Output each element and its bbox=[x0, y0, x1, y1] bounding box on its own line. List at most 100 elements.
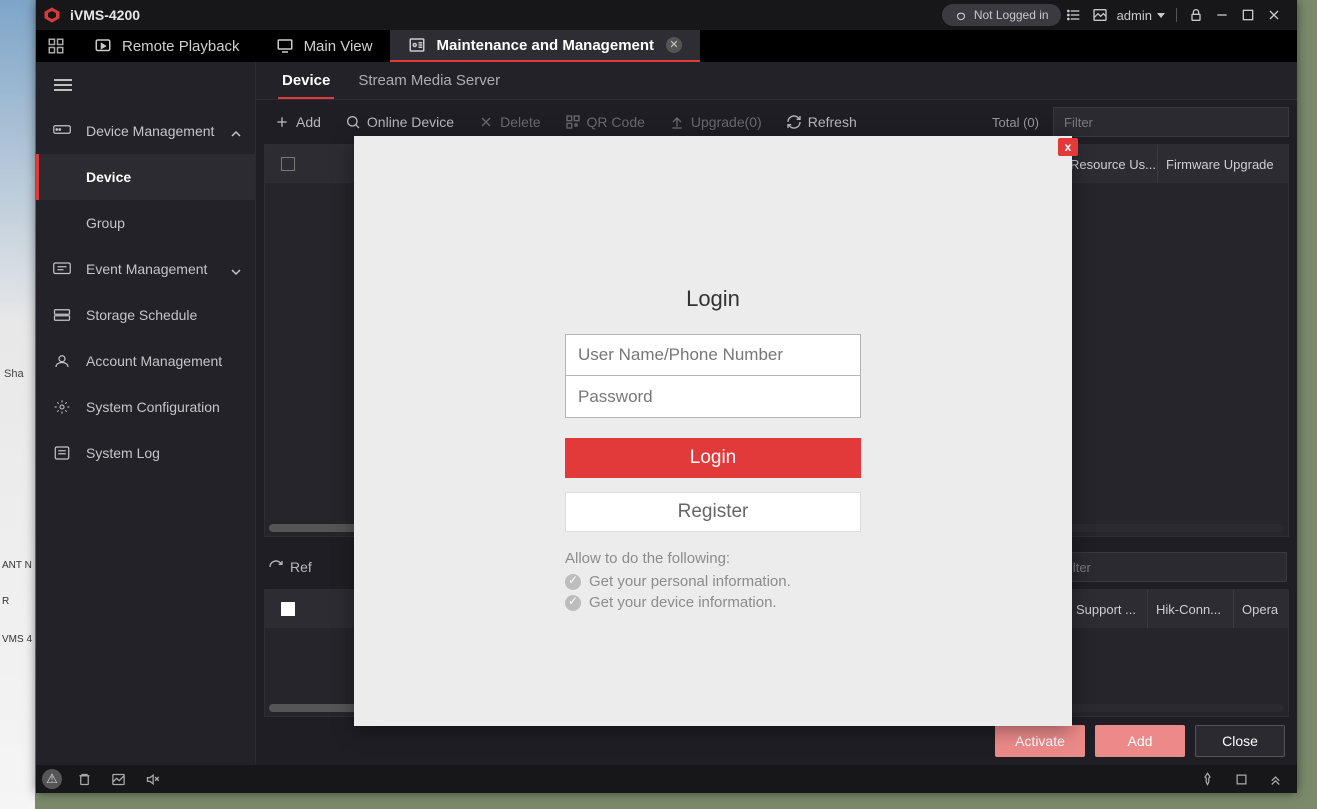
sidebar-sysconfig-label: System Configuration bbox=[86, 399, 220, 415]
log-icon bbox=[52, 444, 72, 462]
add-label: Add bbox=[296, 114, 321, 130]
password-input[interactable] bbox=[565, 376, 861, 418]
username-input[interactable] bbox=[565, 334, 861, 376]
login-status-pill[interactable]: Not Logged in bbox=[942, 4, 1061, 26]
sidebar-item-system-config[interactable]: System Configuration bbox=[36, 384, 255, 430]
sidebar-group-event-mgmt[interactable]: Event Management bbox=[36, 246, 255, 292]
settings-panel-icon bbox=[408, 36, 426, 54]
login-modal: x Login Login Register Allow to do the f… bbox=[354, 136, 1072, 726]
permission-info: Allow to do the following: Get your pers… bbox=[565, 550, 861, 611]
tab-remote-playback[interactable]: Remote Playback bbox=[76, 30, 258, 62]
permission-title: Allow to do the following: bbox=[565, 550, 861, 567]
permission-personal: Get your personal information. bbox=[589, 573, 791, 590]
account-icon bbox=[52, 352, 72, 370]
tab-grid-icon[interactable] bbox=[36, 30, 76, 62]
online-filter-input[interactable] bbox=[1051, 552, 1287, 582]
chevron-down-icon bbox=[231, 264, 241, 274]
register-button[interactable]: Register bbox=[565, 492, 861, 532]
online-close-button[interactable]: Close bbox=[1195, 725, 1285, 757]
online-refresh-button[interactable]: Ref bbox=[266, 545, 322, 589]
storage-icon bbox=[52, 306, 72, 324]
online-add-button[interactable]: Add bbox=[1095, 725, 1185, 757]
lock-icon[interactable] bbox=[1183, 0, 1209, 30]
sidebar-item-system-log[interactable]: System Log bbox=[36, 430, 255, 476]
tab-main-view[interactable]: Main View bbox=[258, 30, 391, 62]
subtab-stream-label: Stream Media Server bbox=[358, 72, 500, 89]
image-icon[interactable] bbox=[1087, 0, 1113, 30]
sidebar-item-device[interactable]: Device bbox=[36, 154, 255, 200]
col-support[interactable]: Support ... bbox=[1068, 590, 1148, 628]
titlebar-divider bbox=[1176, 8, 1177, 22]
sidebar-device-label: Device bbox=[86, 169, 131, 185]
expand-up-icon[interactable] bbox=[1263, 767, 1287, 791]
desktop-text-3: VMS 4 bbox=[2, 634, 32, 645]
status-bar: ⚠ bbox=[36, 765, 1297, 793]
picture-icon[interactable] bbox=[106, 767, 130, 791]
minimize-icon[interactable] bbox=[1209, 0, 1235, 30]
desktop-text-1: ANT N bbox=[2, 560, 32, 571]
sidebar-syslog-label: System Log bbox=[86, 445, 160, 461]
subtab-stream-media[interactable]: Stream Media Server bbox=[344, 64, 514, 99]
close-icon[interactable] bbox=[1261, 0, 1287, 30]
check-icon bbox=[565, 574, 581, 590]
tab-strip: Remote Playback Main View Maintenance an… bbox=[36, 30, 1297, 62]
user-name: admin bbox=[1117, 8, 1152, 23]
trash-icon[interactable] bbox=[72, 767, 96, 791]
user-menu[interactable]: admin bbox=[1113, 8, 1170, 23]
col-firmware-upgrade[interactable]: Firmware Upgrade bbox=[1158, 145, 1288, 183]
window-icon[interactable] bbox=[1229, 767, 1253, 791]
play-icon bbox=[94, 37, 112, 55]
add-button[interactable]: Add bbox=[264, 100, 331, 144]
sidebar-storage-label: Storage Schedule bbox=[86, 307, 197, 323]
sidebar-item-storage-schedule[interactable]: Storage Schedule bbox=[36, 292, 255, 338]
chevron-up-icon bbox=[231, 126, 241, 136]
delete-label: Delete bbox=[500, 114, 540, 130]
login-status-text: Not Logged in bbox=[974, 8, 1049, 22]
app-title: iVMS-4200 bbox=[70, 7, 140, 23]
pin-icon[interactable] bbox=[1195, 767, 1219, 791]
subtab-device[interactable]: Device bbox=[268, 64, 344, 99]
monitor-icon bbox=[276, 37, 294, 55]
online-header-checkbox[interactable] bbox=[265, 602, 311, 616]
sidebar-device-mgmt-label: Device Management bbox=[86, 123, 214, 139]
online-refresh-label: Ref bbox=[290, 559, 312, 575]
alert-icon[interactable]: ⚠ bbox=[42, 769, 62, 789]
sidebar-group-device-mgmt[interactable]: Device Management bbox=[36, 108, 255, 154]
qr-code-label: QR Code bbox=[587, 114, 645, 130]
filter-input[interactable] bbox=[1053, 107, 1289, 137]
desktop-text-2: R bbox=[2, 596, 9, 607]
sidebar-item-group[interactable]: Group bbox=[36, 200, 255, 246]
sidebar-group-label: Group bbox=[86, 215, 125, 231]
login-button[interactable]: Login bbox=[565, 438, 861, 478]
desktop-left-strip: Sha ANT N R VMS 4 bbox=[0, 0, 35, 809]
col-hik-connect[interactable]: Hik-Conn... bbox=[1148, 590, 1234, 628]
device-mgmt-icon bbox=[52, 122, 72, 140]
online-device-label: Online Device bbox=[367, 114, 454, 130]
sub-tabs: Device Stream Media Server bbox=[256, 62, 1297, 100]
sidebar-item-account-mgmt[interactable]: Account Management bbox=[36, 338, 255, 384]
check-icon bbox=[565, 595, 581, 611]
modal-title: Login bbox=[565, 286, 861, 312]
header-checkbox[interactable] bbox=[265, 157, 311, 171]
maximize-icon[interactable] bbox=[1235, 0, 1261, 30]
modal-close-button[interactable]: x bbox=[1058, 138, 1078, 156]
sidebar-event-mgmt-label: Event Management bbox=[86, 261, 207, 277]
tab-maintenance[interactable]: Maintenance and Management ✕ bbox=[390, 30, 700, 62]
tab-main-view-label: Main View bbox=[304, 38, 373, 55]
desktop-share-label: Sha bbox=[4, 368, 24, 380]
tab-remote-playback-label: Remote Playback bbox=[122, 38, 240, 55]
tab-maintenance-label: Maintenance and Management bbox=[436, 37, 654, 54]
activate-button[interactable]: Activate bbox=[995, 725, 1085, 757]
subtab-device-label: Device bbox=[282, 72, 330, 89]
app-window: iVMS-4200 Not Logged in admin bbox=[36, 0, 1297, 793]
mute-icon[interactable] bbox=[140, 767, 164, 791]
col-operation[interactable]: Opera bbox=[1234, 590, 1288, 628]
event-icon bbox=[52, 260, 72, 278]
list-icon[interactable] bbox=[1061, 0, 1087, 30]
refresh-label: Refresh bbox=[808, 114, 857, 130]
tab-close-icon[interactable]: ✕ bbox=[666, 37, 682, 53]
sidebar-toggle[interactable] bbox=[36, 62, 255, 108]
permission-device: Get your device information. bbox=[589, 594, 777, 611]
sidebar-account-label: Account Management bbox=[86, 353, 222, 369]
sidebar: Device Management Device Group Event Man… bbox=[36, 62, 256, 765]
